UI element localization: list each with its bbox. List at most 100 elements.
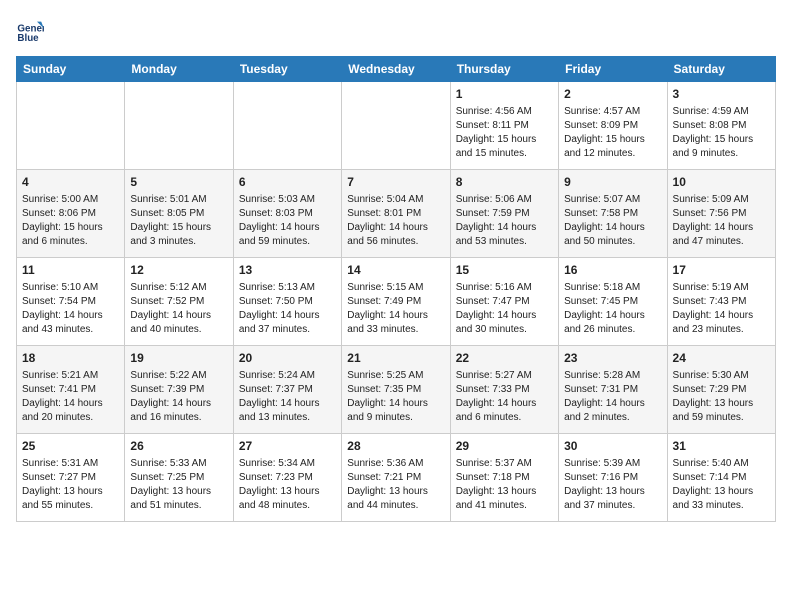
day-number: 31 [673, 438, 770, 455]
svg-text:Blue: Blue [17, 33, 39, 44]
day-number: 23 [564, 350, 661, 367]
day-cell: 16 Sunrise: 5:18 AM Sunset: 7:45 PM Dayli… [559, 258, 667, 346]
day-number: 19 [130, 350, 227, 367]
day-header-wednesday: Wednesday [342, 57, 450, 82]
day-header-friday: Friday [559, 57, 667, 82]
week-row-5: 25 Sunrise: 5:31 AM Sunset: 7:27 PM Dayli… [17, 434, 776, 522]
day-number: 7 [347, 174, 444, 191]
day-cell: 6 Sunrise: 5:03 AM Sunset: 8:03 PM Daylig… [233, 170, 341, 258]
day-number: 17 [673, 262, 770, 279]
day-number: 1 [456, 86, 553, 103]
day-cell: 28 Sunrise: 5:36 AM Sunset: 7:21 PM Dayli… [342, 434, 450, 522]
week-row-1: 1 Sunrise: 4:56 AM Sunset: 8:11 PM Daylig… [17, 82, 776, 170]
day-info: Sunrise: 5:19 AM Sunset: 7:43 PM Dayligh… [673, 281, 770, 337]
day-info: Sunrise: 5:06 AM Sunset: 7:59 PM Dayligh… [456, 193, 553, 249]
day-cell: 15 Sunrise: 5:16 AM Sunset: 7:47 PM Dayli… [450, 258, 558, 346]
day-cell: 30 Sunrise: 5:39 AM Sunset: 7:16 PM Dayli… [559, 434, 667, 522]
day-info: Sunrise: 5:37 AM Sunset: 7:18 PM Dayligh… [456, 457, 553, 513]
day-number: 27 [239, 438, 336, 455]
day-cell [17, 82, 125, 170]
day-number: 8 [456, 174, 553, 191]
calendar-table: SundayMondayTuesdayWednesdayThursdayFrid… [16, 56, 776, 522]
day-info: Sunrise: 5:13 AM Sunset: 7:50 PM Dayligh… [239, 281, 336, 337]
day-cell: 2 Sunrise: 4:57 AM Sunset: 8:09 PM Daylig… [559, 82, 667, 170]
day-number: 25 [22, 438, 119, 455]
day-cell [125, 82, 233, 170]
day-cell: 26 Sunrise: 5:33 AM Sunset: 7:25 PM Dayli… [125, 434, 233, 522]
day-info: Sunrise: 5:39 AM Sunset: 7:16 PM Dayligh… [564, 457, 661, 513]
day-number: 24 [673, 350, 770, 367]
day-cell: 17 Sunrise: 5:19 AM Sunset: 7:43 PM Dayli… [667, 258, 775, 346]
day-number: 14 [347, 262, 444, 279]
day-number: 28 [347, 438, 444, 455]
day-cell: 12Sunrise: 5:12 AM Sunset: 7:52 PM Dayli… [125, 258, 233, 346]
day-number: 30 [564, 438, 661, 455]
logo: General Blue [16, 16, 46, 44]
day-cell: 31 Sunrise: 5:40 AM Sunset: 7:14 PM Dayli… [667, 434, 775, 522]
day-header-sunday: Sunday [17, 57, 125, 82]
day-number: 15 [456, 262, 553, 279]
day-cell: 24 Sunrise: 5:30 AM Sunset: 7:29 PM Dayli… [667, 346, 775, 434]
day-number: 5 [130, 174, 227, 191]
day-cell: 11 Sunrise: 5:10 AM Sunset: 7:54 PM Dayli… [17, 258, 125, 346]
day-info: Sunrise: 5:28 AM Sunset: 7:31 PM Dayligh… [564, 369, 661, 425]
day-number: 6 [239, 174, 336, 191]
day-cell: 25 Sunrise: 5:31 AM Sunset: 7:27 PM Dayli… [17, 434, 125, 522]
page-header: General Blue [16, 16, 776, 44]
day-info: Sunrise: 5:10 AM Sunset: 7:54 PM Dayligh… [22, 281, 119, 337]
day-info: Sunrise: 5:15 AM Sunset: 7:49 PM Dayligh… [347, 281, 444, 337]
day-cell: 13 Sunrise: 5:13 AM Sunset: 7:50 PM Dayli… [233, 258, 341, 346]
day-header-monday: Monday [125, 57, 233, 82]
day-number: 9 [564, 174, 661, 191]
day-header-saturday: Saturday [667, 57, 775, 82]
day-info: Sunrise: 5:33 AM Sunset: 7:25 PM Dayligh… [130, 457, 227, 513]
day-cell: 20Sunrise: 5:24 AM Sunset: 7:37 PM Dayli… [233, 346, 341, 434]
day-info: Sunrise: 5:18 AM Sunset: 7:45 PM Dayligh… [564, 281, 661, 337]
day-cell: 5 Sunrise: 5:01 AM Sunset: 8:05 PM Daylig… [125, 170, 233, 258]
day-info: Sunrise: 5:07 AM Sunset: 7:58 PM Dayligh… [564, 193, 661, 249]
day-cell [342, 82, 450, 170]
day-number: 4 [22, 174, 119, 191]
day-cell: 8 Sunrise: 5:06 AM Sunset: 7:59 PM Daylig… [450, 170, 558, 258]
day-info: Sunrise: 5:27 AM Sunset: 7:33 PM Dayligh… [456, 369, 553, 425]
week-row-4: 18 Sunrise: 5:21 AM Sunset: 7:41 PM Dayli… [17, 346, 776, 434]
day-info: Sunrise: 5:09 AM Sunset: 7:56 PM Dayligh… [673, 193, 770, 249]
day-header-thursday: Thursday [450, 57, 558, 82]
day-cell: 18 Sunrise: 5:21 AM Sunset: 7:41 PM Dayli… [17, 346, 125, 434]
days-header-row: SundayMondayTuesdayWednesdayThursdayFrid… [17, 57, 776, 82]
day-number: 18 [22, 350, 119, 367]
day-number: 13 [239, 262, 336, 279]
day-cell: 23 Sunrise: 5:28 AM Sunset: 7:31 PM Dayli… [559, 346, 667, 434]
day-info: Sunrise: 4:56 AM Sunset: 8:11 PM Dayligh… [456, 105, 553, 161]
day-info: Sunrise: 4:57 AM Sunset: 8:09 PM Dayligh… [564, 105, 661, 161]
day-cell: 7 Sunrise: 5:04 AM Sunset: 8:01 PM Daylig… [342, 170, 450, 258]
day-info: Sunrise: 4:59 AM Sunset: 8:08 PM Dayligh… [673, 105, 770, 161]
day-cell: 21Sunrise: 5:25 AM Sunset: 7:35 PM Dayli… [342, 346, 450, 434]
day-info: Sunrise: 5:00 AM Sunset: 8:06 PM Dayligh… [22, 193, 119, 249]
week-row-3: 11 Sunrise: 5:10 AM Sunset: 7:54 PM Dayli… [17, 258, 776, 346]
day-cell: 14 Sunrise: 5:15 AM Sunset: 7:49 PM Dayli… [342, 258, 450, 346]
day-number: 26 [130, 438, 227, 455]
day-info: Sunrise: 5:04 AM Sunset: 8:01 PM Dayligh… [347, 193, 444, 249]
day-number: 12 [130, 262, 227, 279]
day-number: 11 [22, 262, 119, 279]
day-info: Sunrise: 5:31 AM Sunset: 7:27 PM Dayligh… [22, 457, 119, 513]
day-info: Sunrise: 5:30 AM Sunset: 7:29 PM Dayligh… [673, 369, 770, 425]
day-info: Sunrise: 5:01 AM Sunset: 8:05 PM Dayligh… [130, 193, 227, 249]
day-cell: 10Sunrise: 5:09 AM Sunset: 7:56 PM Dayli… [667, 170, 775, 258]
day-info: Sunrise: 5:36 AM Sunset: 7:21 PM Dayligh… [347, 457, 444, 513]
day-number: 20 [239, 350, 336, 367]
day-cell: 4 Sunrise: 5:00 AM Sunset: 8:06 PM Daylig… [17, 170, 125, 258]
day-number: 22 [456, 350, 553, 367]
day-number: 2 [564, 86, 661, 103]
day-info: Sunrise: 5:34 AM Sunset: 7:23 PM Dayligh… [239, 457, 336, 513]
day-info: Sunrise: 5:16 AM Sunset: 7:47 PM Dayligh… [456, 281, 553, 337]
logo-icon: General Blue [16, 16, 44, 44]
day-info: Sunrise: 5:40 AM Sunset: 7:14 PM Dayligh… [673, 457, 770, 513]
day-cell: 3Sunrise: 4:59 AM Sunset: 8:08 PM Daylig… [667, 82, 775, 170]
week-row-2: 4 Sunrise: 5:00 AM Sunset: 8:06 PM Daylig… [17, 170, 776, 258]
day-info: Sunrise: 5:03 AM Sunset: 8:03 PM Dayligh… [239, 193, 336, 249]
day-number: 16 [564, 262, 661, 279]
day-cell [233, 82, 341, 170]
day-info: Sunrise: 5:21 AM Sunset: 7:41 PM Dayligh… [22, 369, 119, 425]
